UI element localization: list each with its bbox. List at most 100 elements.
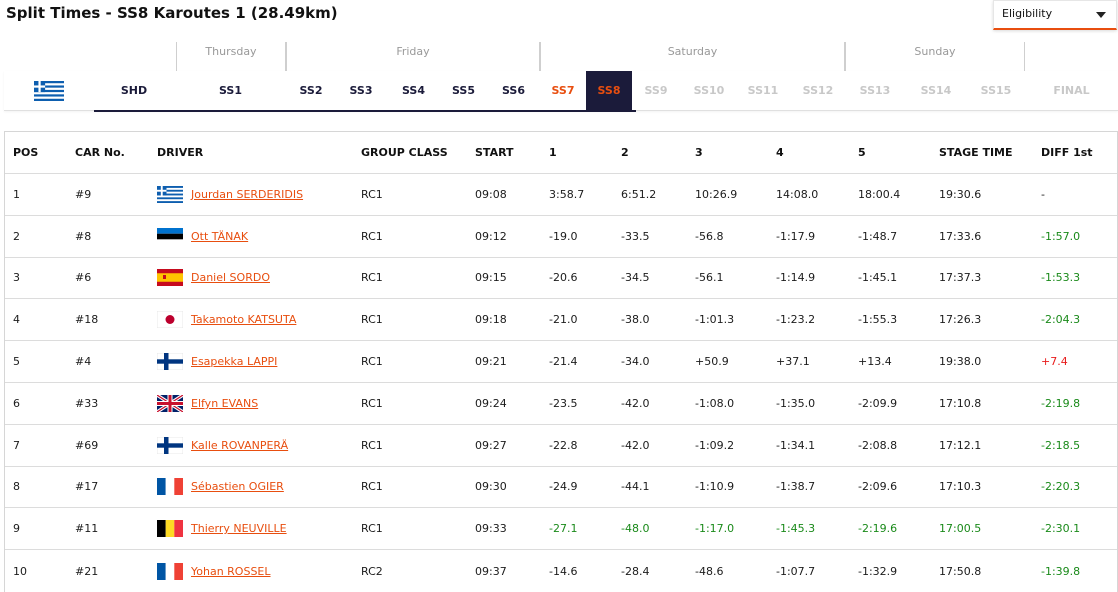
col-driver-cell: Jourdan SERDERIDIS [157,174,303,215]
page-title: Split Times - SS8 Karoutes 1 (28.49km) [6,4,338,22]
col-driver-cell: Sébastien OGIER [157,467,284,508]
table-row: 4 #18 Takamoto KATSUTA RC1 09:18 -21.0 -38.0 -1… [5,299,1117,342]
stage-tab-ss10: SS10 [693,84,725,97]
col-split-4-cell: 14:08.0 [776,187,819,201]
col-pos-cell: 4 [13,313,20,327]
header-col-split-1: 1 [549,146,557,159]
col-driver-cell: Esapekka LAPPI [157,341,277,382]
col-split-4-cell: -1:23.2 [776,313,816,327]
col-stage-time-cell: 17:10.8 [939,396,982,410]
col-class-cell: RC1 [361,396,383,410]
col-split-3-cell: -48.6 [695,564,724,578]
col-pos-cell: 3 [13,271,20,285]
stage-tab-ss2[interactable]: SS2 [291,71,331,111]
col-split-4-cell: -1:17.9 [776,229,816,243]
col-split-2-cell: -34.0 [621,355,650,369]
col-class-cell: RC1 [361,355,383,369]
stage-tab-ss15: SS15 [980,84,1012,97]
col-start-cell: 09:33 [475,522,507,536]
table-row: 9 #11 Thierry NEUVILLE RC1 09:33 -27.1 -48.0 -1… [5,508,1117,551]
col-split-2-cell: -38.0 [621,313,650,327]
col-diff-cell: -1:53.3 [1041,271,1081,285]
driver-link[interactable]: Sébastien OGIER [191,480,284,493]
col-diff-cell: - [1041,187,1045,201]
col-stage-time-cell: 17:12.1 [939,438,982,452]
driver-link[interactable]: Ott TÄNAK [191,230,248,243]
col-driver-cell: Kalle ROVANPERÄ [157,425,288,466]
col-split-3-cell: -56.8 [695,229,724,243]
col-split-1-cell: -23.5 [549,396,578,410]
col-split-2-cell: 6:51.2 [621,187,657,201]
driver-link[interactable]: Elfyn EVANS [191,397,258,410]
header-col-split-5: 5 [858,146,866,159]
header-col-split-2: 2 [621,146,629,159]
col-start-cell: 09:27 [475,438,507,452]
col-pos-cell: 7 [13,438,20,452]
col-split-1-cell: -27.1 [549,522,578,536]
header-col-diff: DIFF 1st [1041,146,1093,159]
stage-tab-ss5[interactable]: SS5 [441,71,486,111]
col-start-cell: 09:30 [475,480,507,494]
header-col-split-3: 3 [695,146,703,159]
col-pos-cell: 6 [13,396,20,410]
col-start-cell: 09:08 [475,187,507,201]
driver-link[interactable]: Daniel SORDO [191,271,270,284]
col-diff-cell: -2:20.3 [1041,480,1081,494]
stage-tab-ss8[interactable]: SS8 [586,71,632,111]
col-split-1-cell: -20.6 [549,271,578,285]
stage-tab-ss4[interactable]: SS4 [391,71,436,111]
col-diff-cell: +7.4 [1041,355,1068,369]
col-car-cell: #69 [75,438,99,452]
col-pos-cell: 1 [13,187,20,201]
driver-link[interactable]: Esapekka LAPPI [191,355,277,368]
col-class-cell: RC1 [361,187,383,201]
col-split-3-cell: +50.9 [695,355,729,369]
col-split-5-cell: -2:08.8 [858,438,898,452]
col-car-cell: #21 [75,564,99,578]
driver-link[interactable]: Yohan ROSSEL [191,565,271,578]
col-class-cell: RC1 [361,522,383,536]
stage-tab-ss3[interactable]: SS3 [341,71,381,111]
driver-link[interactable]: Takamoto KATSUTA [191,313,296,326]
col-split-5-cell: -1:48.7 [858,229,898,243]
driver-link[interactable]: Thierry NEUVILLE [191,522,287,535]
col-car-cell: #8 [75,229,92,243]
col-split-1-cell: -19.0 [549,229,578,243]
eligibility-dropdown[interactable]: Eligibility [993,0,1117,30]
col-class-cell: RC1 [361,313,383,327]
table-row: 1 #9 Jourdan SERDERIDIS RC1 09:08 3:58.7 6:51.… [5,174,1117,216]
stage-tab-ss1[interactable]: SS1 [193,71,268,111]
day-sunday: Sunday [845,42,1025,72]
uk-flag-icon [157,394,183,412]
col-stage-time-cell: 19:38.0 [939,355,982,369]
col-car-cell: #6 [75,271,92,285]
col-class-cell: RC1 [361,271,383,285]
table-row: 2 #8 Ott TÄNAK RC1 09:12 -19.0 -33.5 -56.8 -1:17… [5,216,1117,258]
stage-tab-ss6[interactable]: SS6 [491,71,536,111]
col-diff-cell: -2:30.1 [1041,522,1081,536]
split-times-table: POS CAR No. DRIVER GROUP CLASS START 1 2 3 4 5 STA… [4,131,1118,592]
greece-flag-icon[interactable] [34,81,64,101]
stage-tab-final: FINAL [1053,84,1090,97]
driver-link[interactable]: Jourdan SERDERIDIS [191,188,303,201]
col-pos-cell: 8 [13,480,20,494]
stage-tab-shd[interactable]: SHD [94,71,174,111]
stage-tab-ss14: SS14 [920,84,952,97]
estonia-flag-icon [157,227,183,245]
col-diff-cell: -1:39.8 [1041,564,1081,578]
col-split-5-cell: -1:55.3 [858,313,898,327]
header-col-stage-time: STAGE TIME [939,146,1013,159]
table-row: 10 #21 Yohan ROSSEL RC2 09:37 -14.6 -28.4 -48.6… [5,550,1117,592]
col-split-1-cell: 3:58.7 [549,187,585,201]
col-car-cell: #33 [75,396,99,410]
driver-link[interactable]: Kalle ROVANPERÄ [191,439,288,452]
col-split-1-cell: -21.4 [549,355,578,369]
col-diff-cell: -2:18.5 [1041,438,1081,452]
stage-tab-ss13: SS13 [859,84,891,97]
stage-tab-ss7[interactable]: SS7 [541,71,585,111]
col-car-cell: #9 [75,187,92,201]
col-split-1-cell: -24.9 [549,480,578,494]
col-split-2-cell: -42.0 [621,396,650,410]
col-stage-time-cell: 17:00.5 [939,522,982,536]
table-header: POS CAR No. DRIVER GROUP CLASS START 1 2 3 4 5 STA… [5,132,1117,174]
